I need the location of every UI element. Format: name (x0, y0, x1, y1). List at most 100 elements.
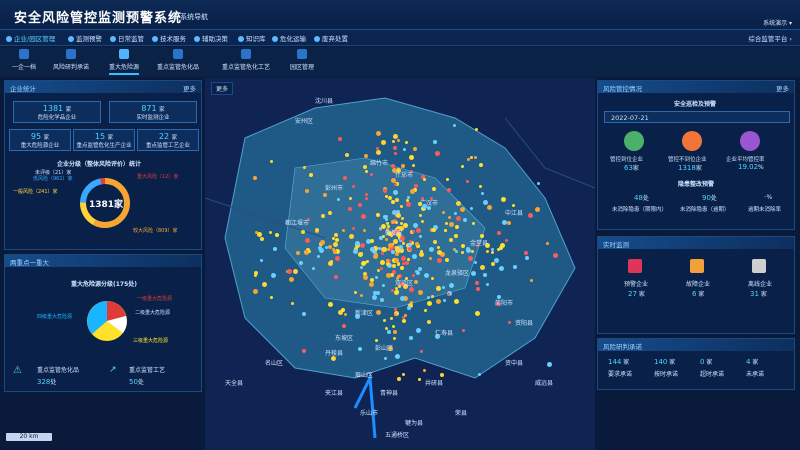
risk-dot[interactable] (436, 285, 442, 291)
risk-dot[interactable] (414, 241, 419, 246)
risk-map[interactable]: 更多 沈川县 安州区 绵竹市 什邡市 广汉市 彭州市 都江堰市 新都区 金堂县 … (205, 78, 595, 450)
risk-dot[interactable] (390, 219, 395, 224)
risk-dot[interactable] (259, 236, 264, 241)
risk-dot[interactable] (490, 247, 494, 251)
risk-dot[interactable] (446, 292, 450, 296)
tab-hazard-source[interactable]: 重大危险源 (104, 49, 144, 75)
risk-dot[interactable] (415, 327, 421, 333)
risk-dot[interactable] (545, 241, 549, 245)
risk-dot[interactable] (432, 240, 437, 245)
risk-dot[interactable] (483, 199, 489, 205)
risk-dot[interactable] (386, 248, 390, 252)
risk-dot[interactable] (317, 245, 322, 250)
risk-dot[interactable] (432, 186, 437, 191)
risk-dot[interactable] (375, 338, 379, 342)
risk-dot[interactable] (290, 301, 294, 305)
risk-dot[interactable] (475, 287, 480, 292)
risk-dot[interactable] (408, 154, 414, 160)
risk-dot[interactable] (535, 206, 541, 212)
risk-dot[interactable] (486, 282, 490, 286)
risk-dot[interactable] (357, 203, 362, 208)
risk-dot[interactable] (469, 207, 473, 211)
risk-dot[interactable] (393, 151, 397, 155)
risk-dot[interactable] (381, 283, 385, 287)
risk-dot[interactable] (392, 336, 396, 340)
stat-realtime-companies[interactable]: 871 家实时监测企业 (109, 101, 197, 123)
risk-dot[interactable] (448, 283, 454, 289)
risk-dot[interactable] (428, 256, 432, 260)
system-nav-button[interactable]: ⊞ 系统导航 (172, 12, 208, 22)
risk-dot[interactable] (501, 219, 507, 225)
tab-risk-commit[interactable]: 风险研判承诺 (48, 49, 94, 71)
risk-dot[interactable] (455, 249, 459, 253)
risk-dot[interactable] (369, 246, 375, 252)
risk-dot[interactable] (408, 286, 414, 292)
risk-dot[interactable] (316, 254, 320, 258)
more-link[interactable]: 更多 (211, 82, 234, 95)
stat-hazard-companies[interactable]: 95 家重大危险源企业 (9, 129, 71, 151)
risk-dot[interactable] (445, 177, 449, 181)
risk-dot[interactable] (498, 265, 504, 271)
risk-dot[interactable] (402, 222, 408, 228)
risk-dot[interactable] (469, 156, 473, 160)
risk-dot[interactable] (396, 377, 401, 382)
risk-dot[interactable] (401, 216, 405, 220)
tab-chemicals[interactable]: 重点监管危化品 (150, 49, 206, 71)
risk-dot[interactable] (405, 198, 409, 202)
risk-dot[interactable] (333, 232, 338, 237)
risk-dot[interactable] (504, 238, 508, 242)
more-link[interactable]: 更多 (776, 83, 789, 93)
stat-key-process-companies[interactable]: 22 家重点监管工艺企业 (137, 129, 199, 151)
risk-dot[interactable] (254, 230, 258, 234)
risk-dot[interactable] (384, 218, 388, 222)
risk-dot[interactable] (341, 323, 346, 328)
risk-dot[interactable] (474, 127, 478, 131)
risk-dot[interactable] (426, 300, 432, 306)
menu-item-knowledge[interactable]: 知识库 (238, 33, 266, 43)
risk-dot[interactable] (435, 299, 441, 304)
risk-dot[interactable] (462, 218, 467, 223)
risk-dot[interactable] (332, 242, 338, 248)
risk-dot[interactable] (393, 133, 399, 139)
risk-dot[interactable] (482, 272, 487, 277)
risk-dot[interactable] (261, 281, 267, 287)
menu-item-monitor[interactable]: 监测预警 (68, 33, 102, 43)
more-link[interactable]: 更多 (183, 83, 196, 93)
risk-dot[interactable] (460, 164, 464, 168)
menu-item-company[interactable]: 企业/园区管理 (6, 33, 55, 43)
risk-dot[interactable] (273, 246, 278, 251)
risk-dot[interactable] (270, 273, 276, 279)
risk-dot[interactable] (336, 198, 340, 202)
risk-dot[interactable] (441, 210, 445, 214)
risk-dot[interactable] (404, 140, 408, 144)
risk-dot[interactable] (307, 249, 311, 253)
stat-chem-companies[interactable]: 1381 家危险化学品企业 (13, 101, 101, 123)
risk-dot[interactable] (348, 196, 352, 200)
platform-link[interactable]: 综合监管平台 › (748, 33, 792, 43)
risk-dot[interactable] (323, 192, 328, 197)
risk-dot[interactable] (368, 281, 374, 287)
risk-dot[interactable] (434, 150, 440, 156)
risk-dot[interactable] (412, 163, 416, 167)
risk-dot[interactable] (493, 257, 499, 263)
risk-dot[interactable] (413, 279, 418, 284)
risk-dot[interactable] (444, 257, 449, 262)
risk-dot[interactable] (444, 228, 448, 232)
risk-dot[interactable] (406, 258, 410, 262)
risk-dot[interactable] (408, 336, 413, 341)
risk-dot[interactable] (384, 214, 388, 218)
risk-dot[interactable] (460, 250, 464, 254)
risk-dot[interactable] (253, 270, 258, 275)
risk-dot[interactable] (439, 373, 444, 378)
risk-dot[interactable] (409, 189, 415, 195)
risk-dot[interactable] (396, 261, 400, 265)
risk-dot[interactable] (399, 204, 403, 208)
menu-item-waste[interactable]: 废弃处置 (314, 33, 348, 43)
risk-dot[interactable] (417, 290, 423, 296)
risk-dot[interactable] (353, 248, 359, 254)
risk-dot[interactable] (394, 354, 400, 360)
menu-item-decision[interactable]: 辅助决策 (194, 33, 228, 43)
risk-dot[interactable] (380, 140, 386, 145)
risk-dot[interactable] (512, 264, 517, 269)
risk-dot[interactable] (372, 254, 378, 260)
